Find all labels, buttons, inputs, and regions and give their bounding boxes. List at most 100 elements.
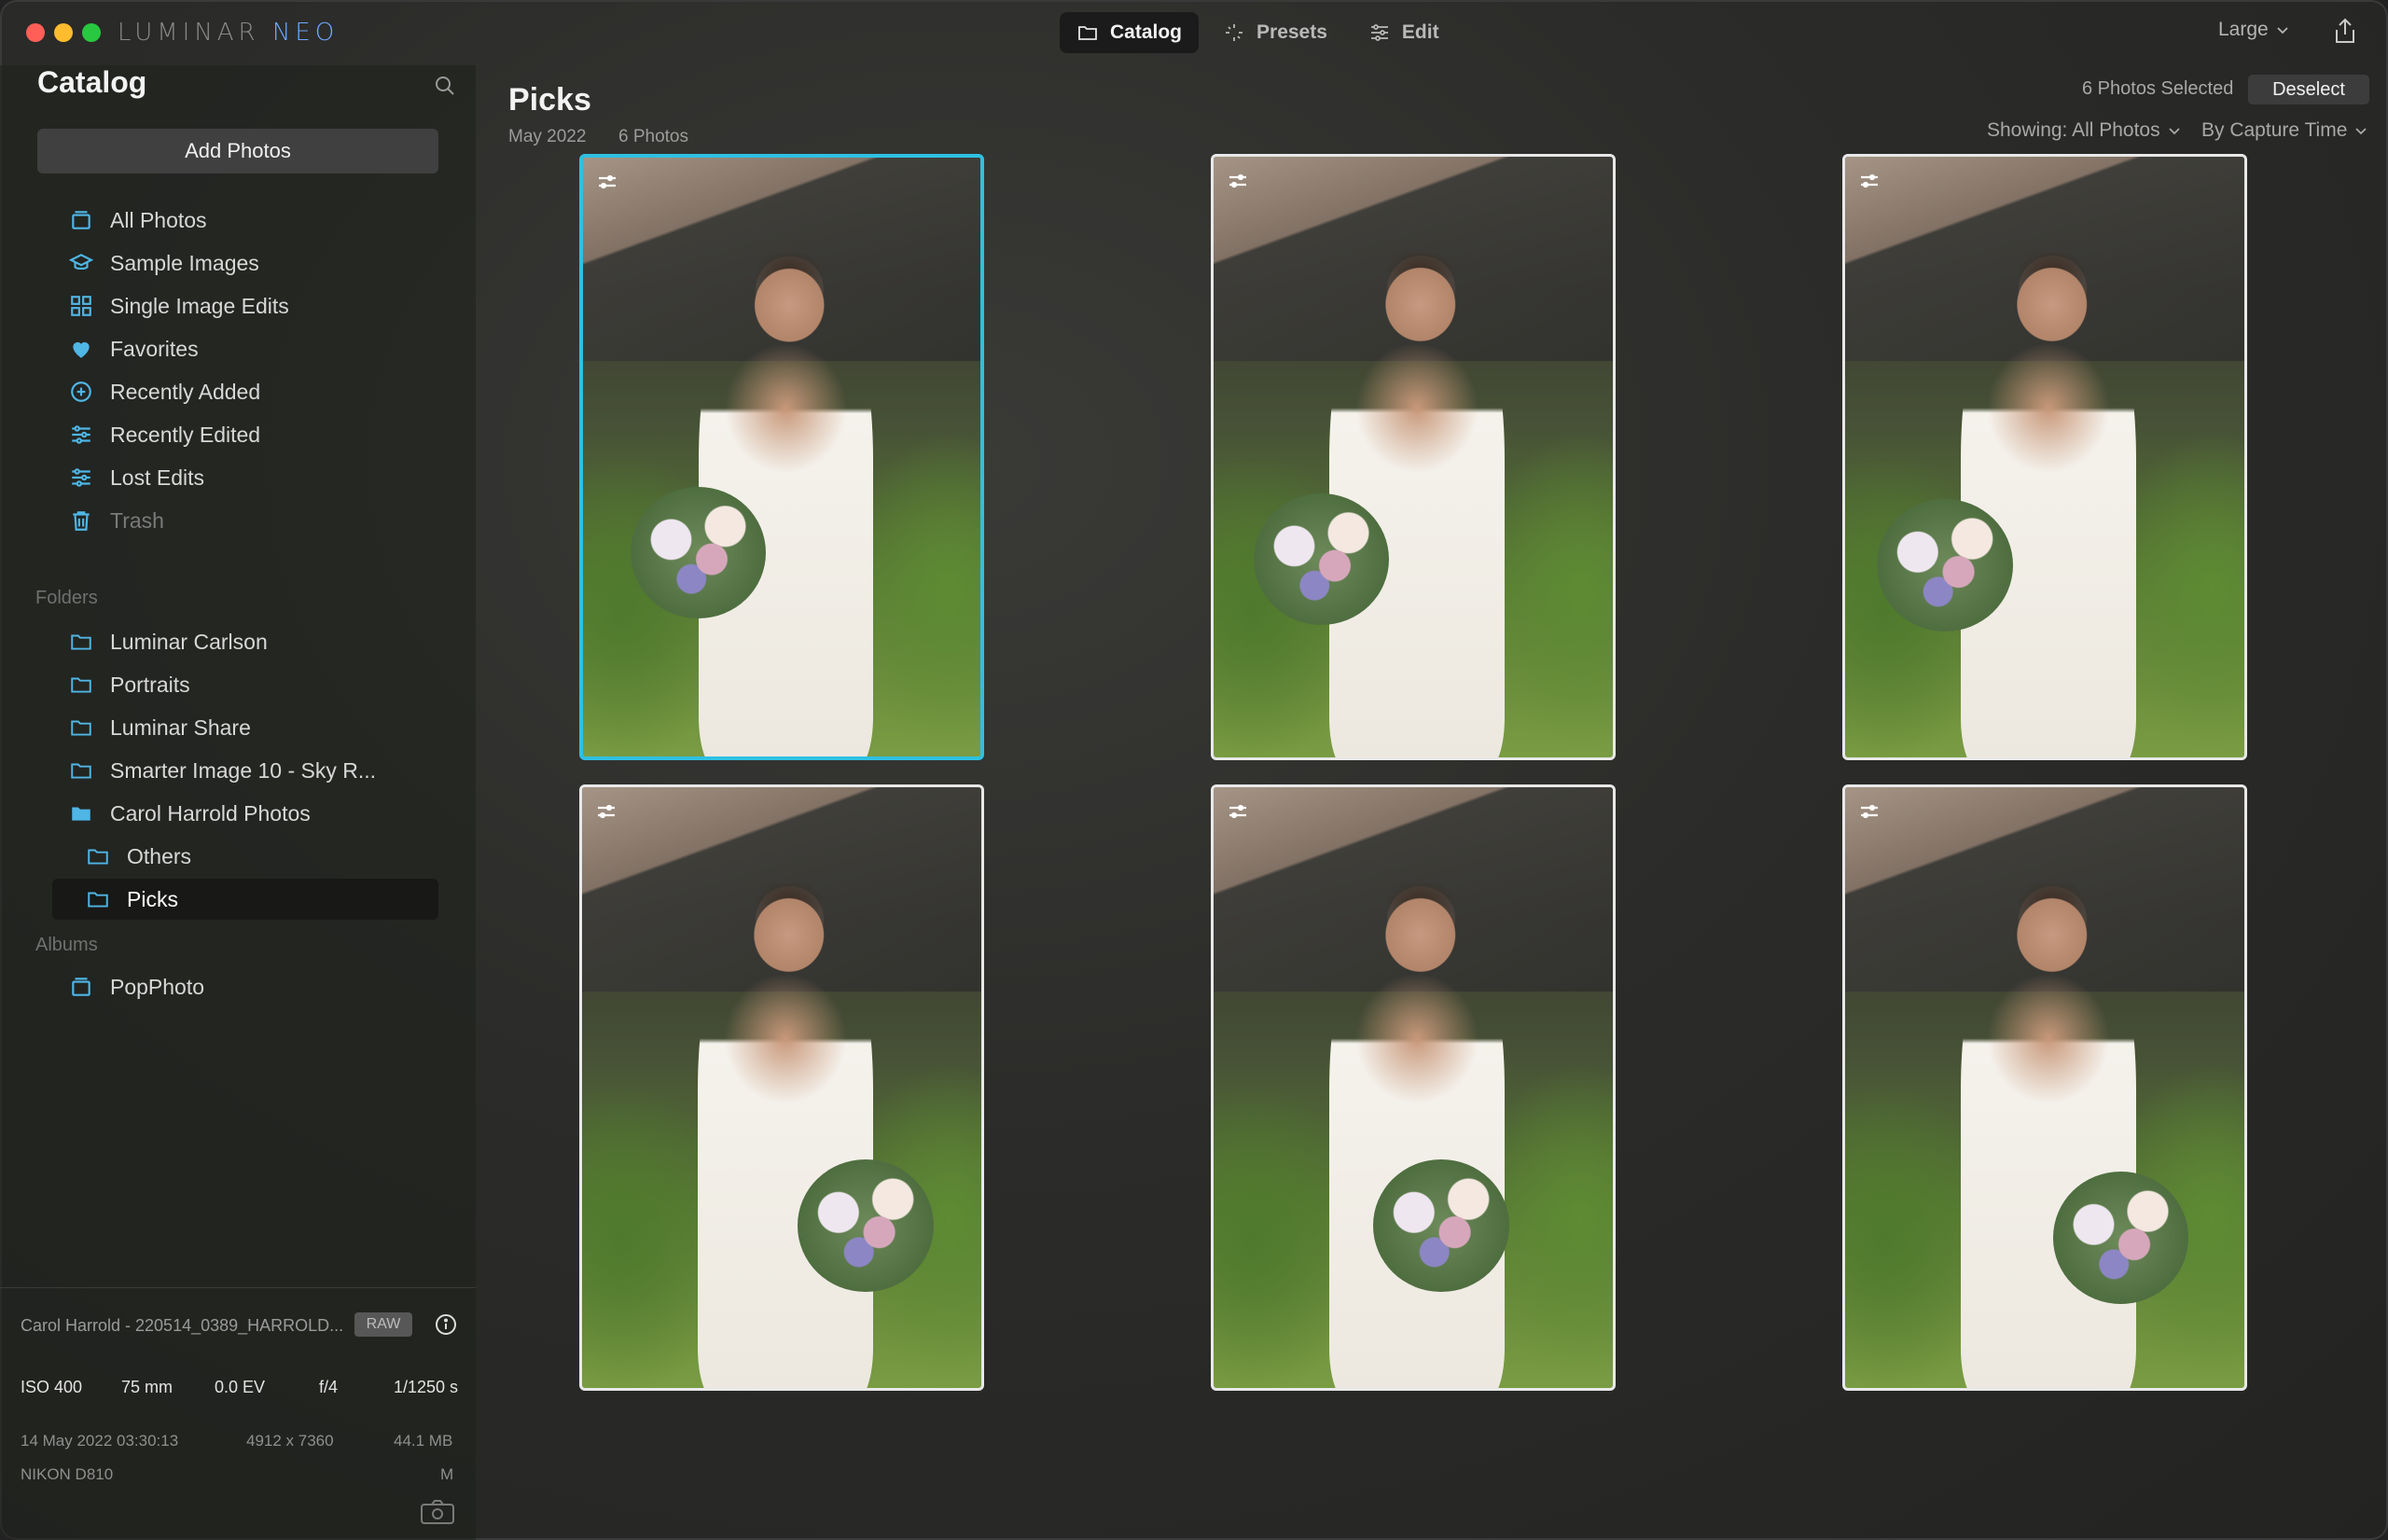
sidebar-item-recently-added[interactable]: Recently Added <box>52 371 438 412</box>
exif-focal-length: 75 mm <box>121 1378 174 1396</box>
edited-sliders-icon <box>599 174 616 189</box>
photo-subject <box>1961 253 2137 757</box>
folder-label: Carol Harrold Photos <box>110 800 311 825</box>
page-title: Picks <box>508 82 591 118</box>
edited-sliders-icon <box>1229 173 1246 188</box>
sidebar-item-label: Recently Added <box>110 379 261 404</box>
photo-thumbnail[interactable] <box>579 784 984 1391</box>
folder-label: Picks <box>127 886 178 911</box>
sidebar-item-favorites[interactable]: Favorites <box>52 328 438 369</box>
zoom-window-button[interactable] <box>82 23 101 42</box>
tab-presets[interactable]: Presets <box>1206 12 1344 53</box>
albums-section-label: Albums <box>35 935 98 955</box>
grid-icon <box>71 296 91 316</box>
sidebar-item-lost-edits[interactable]: Lost Edits <box>52 457 438 498</box>
sidebar-item-label: Trash <box>110 507 164 533</box>
tab-presets-label: Presets <box>1256 21 1327 43</box>
search-icon[interactable] <box>434 75 456 97</box>
folder-icon <box>71 677 91 693</box>
folder-open-icon <box>72 807 90 821</box>
album-label: PopPhoto <box>110 974 205 999</box>
folder-label: Luminar Share <box>110 715 251 740</box>
sidebar-item-single-image-edits[interactable]: Single Image Edits <box>52 285 438 326</box>
edited-sliders-icon <box>1861 173 1878 188</box>
photo-thumbnail[interactable] <box>1211 154 1616 760</box>
capture-date: 14 May 2022 03:30:13 <box>21 1432 179 1450</box>
photo-bouquet <box>631 487 766 619</box>
tab-catalog[interactable]: Catalog <box>1060 12 1200 53</box>
info-icon[interactable] <box>435 1313 457 1336</box>
share-icon[interactable] <box>2332 17 2358 45</box>
sidebar-item-all-photos[interactable]: All Photos <box>52 200 438 241</box>
sidebar-item-recently-edited[interactable]: Recently Edited <box>52 414 438 455</box>
folder-label: Smarter Image 10 - Sky R... <box>110 757 377 783</box>
tab-edit[interactable]: Edit <box>1352 12 1456 53</box>
photo-thumbnail[interactable] <box>1842 154 2247 760</box>
edited-sliders-icon <box>598 804 615 819</box>
sidebar-item-trash[interactable]: Trash <box>52 500 438 541</box>
album-icon <box>72 978 90 996</box>
sidebar-item-label: Favorites <box>110 336 199 361</box>
showing-filter-label: Showing: All Photos <box>1987 119 2160 141</box>
folder-luminar-carlson[interactable]: Luminar Carlson <box>52 621 438 662</box>
title-bar: LUMINAR NEO Catalog Presets Edit Large <box>0 0 2388 65</box>
photo-bouquet <box>1253 493 1390 626</box>
info-filename: Carol Harrold - 220514_0389_HARROLD... <box>21 1316 344 1335</box>
sliders-icon <box>1370 24 1388 41</box>
edited-sliders-icon <box>1229 804 1246 819</box>
photo-bouquet <box>798 1159 934 1292</box>
photo-subject <box>1329 883 1506 1388</box>
all-photos-icon <box>72 211 90 229</box>
sidebar-item-sample-images[interactable]: Sample Images <box>52 243 438 284</box>
album-popphoto[interactable]: PopPhoto <box>52 966 438 1007</box>
sidebar-item-label: All Photos <box>110 207 207 232</box>
sidebar-item-label: Single Image Edits <box>110 293 289 318</box>
sort-dropdown[interactable]: By Capture Time <box>2201 119 2367 142</box>
selected-count: 6 Photos Selected <box>2082 78 2234 99</box>
photo-count: 6 Photos <box>618 127 688 146</box>
sliders-icon <box>72 468 90 487</box>
minimize-window-button[interactable] <box>54 23 73 42</box>
graduation-cap-icon <box>69 254 93 271</box>
exif-shutter: 1/1250 s <box>394 1378 459 1396</box>
exif-exposure: 0.0 EV <box>215 1378 266 1396</box>
photo-thumbnail[interactable] <box>1211 784 1616 1391</box>
photo-bouquet <box>1373 1159 1509 1292</box>
photo-thumbnail[interactable] <box>1842 784 2247 1391</box>
folder-picks[interactable]: Picks <box>52 879 438 920</box>
folder-smarter-image-10[interactable]: Smarter Image 10 - Sky R... <box>52 750 438 791</box>
chevron-down-icon <box>2168 128 2180 135</box>
exif-aperture: f/4 <box>319 1378 339 1396</box>
trash-icon <box>73 511 90 531</box>
folder-label: Others <box>127 843 192 868</box>
photo-subject <box>1961 883 2137 1388</box>
folder-icon <box>88 892 108 908</box>
photo-subject <box>698 883 874 1388</box>
close-window-button[interactable] <box>26 23 45 42</box>
sidebar-item-label: Sample Images <box>110 250 259 275</box>
folder-label: Portraits <box>110 672 190 697</box>
showing-filter-dropdown[interactable]: Showing: All Photos <box>1987 119 2181 142</box>
folder-others[interactable]: Others <box>52 836 438 877</box>
photo-bouquet <box>2052 1172 2189 1304</box>
chevron-down-icon <box>2277 27 2288 35</box>
mode-switcher: Catalog Presets Edit <box>1060 12 1456 53</box>
sidebar-item-label: Lost Edits <box>110 465 204 490</box>
folder-portraits[interactable]: Portraits <box>52 664 438 705</box>
sidebar-title: Catalog <box>37 65 147 99</box>
exposure-mode: M <box>440 1465 454 1483</box>
tab-catalog-label: Catalog <box>1110 21 1183 43</box>
folder-luminar-share[interactable]: Luminar Share <box>52 707 438 748</box>
chevron-down-icon <box>2355 128 2367 135</box>
photo-thumbnail[interactable] <box>579 154 984 760</box>
thumbnail-size-dropdown[interactable]: Large <box>2218 19 2289 41</box>
plus-circle-icon <box>71 382 91 402</box>
folder-icon <box>1078 26 1097 40</box>
photo-bouquet <box>1877 499 2013 631</box>
exif-iso: ISO 400 <box>21 1378 83 1396</box>
camera-icon[interactable] <box>420 1499 455 1525</box>
add-photos-button[interactable]: Add Photos <box>37 129 438 173</box>
app-window: LUMINAR NEO Catalog Presets Edit Large C… <box>0 0 2388 1540</box>
deselect-button[interactable]: Deselect <box>2248 75 2369 104</box>
folder-carol-harrold-photos[interactable]: Carol Harrold Photos <box>52 793 438 834</box>
